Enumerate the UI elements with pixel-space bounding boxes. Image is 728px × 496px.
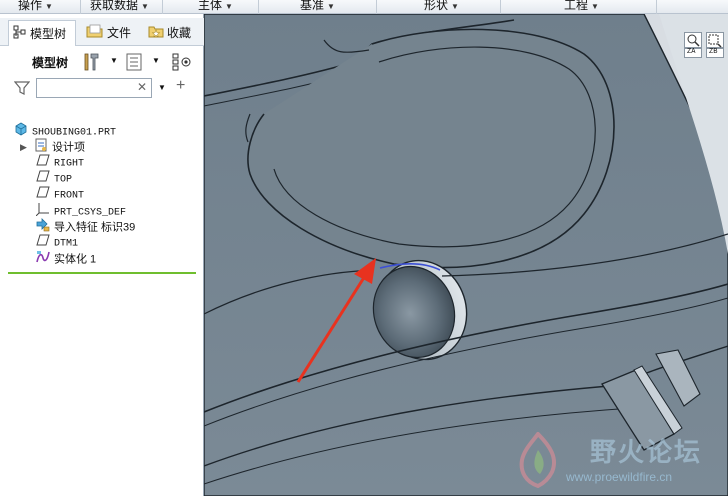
model-tree-toolbar: 模型树 ▼ ▼: [0, 50, 204, 74]
datum-plane-icon: [36, 234, 50, 251]
tree-root[interactable]: SHOUBING01.PRT: [14, 122, 116, 138]
show-tree-columns-icon[interactable]: [172, 52, 192, 75]
menu-separator: [656, 0, 657, 14]
chevron-down-icon: ▼: [141, 2, 149, 11]
chevron-down-icon: ▼: [327, 2, 335, 11]
folder-icon: [86, 21, 104, 46]
expand-icon[interactable]: ▶: [20, 142, 27, 152]
menu-item-get-data[interactable]: 获取数据 ▼: [90, 0, 149, 13]
tree-item-solidify[interactable]: 实体化 1: [36, 250, 96, 266]
search-input[interactable]: [36, 78, 152, 98]
menu-separator: [162, 0, 163, 14]
chevron-down-icon: ▼: [451, 2, 459, 11]
tab-favorites[interactable]: 收藏: [144, 20, 200, 46]
tree-item-dtm1[interactable]: DTM1: [36, 234, 78, 250]
zoom-box-icon[interactable]: ZB: [706, 32, 724, 58]
watermark-title: 野火论坛: [590, 438, 703, 468]
menu-item-datum[interactable]: 基准 ▼: [300, 0, 335, 13]
filter-icon[interactable]: [13, 80, 31, 99]
menu-separator: [258, 0, 259, 14]
filter-row: ✕ ▼ +: [0, 76, 204, 100]
tree-item-design-items[interactable]: ▶ 设计项: [20, 138, 85, 154]
datum-plane-icon: [36, 186, 50, 203]
watermark-url: www.proewildfire.cn: [566, 470, 673, 484]
menu-item-operations[interactable]: 操作 ▼: [18, 0, 53, 13]
chevron-down-icon[interactable]: ▼: [152, 56, 160, 65]
navigator-panel: 模型树 文件 收藏 模型树 ▼ ▼ ✕ ▼ + SHOUBING01.PRT ▶…: [0, 14, 204, 496]
favorites-icon: [148, 21, 164, 46]
menu-item-body[interactable]: 主体 ▼: [198, 0, 233, 13]
menu-separator: [500, 0, 501, 14]
chevron-down-icon: ▼: [45, 2, 53, 11]
datum-plane-icon: [36, 154, 50, 171]
tree-item-front[interactable]: FRONT: [36, 186, 84, 202]
menu-bar: 操作 ▼ 获取数据 ▼ 主体 ▼ 基准 ▼ 形状 ▼ 工程 ▼: [0, 0, 728, 14]
chevron-down-icon[interactable]: ▼: [110, 56, 118, 65]
tab-model-tree[interactable]: 模型树: [8, 20, 76, 46]
chevron-down-icon[interactable]: ▼: [158, 83, 166, 92]
clear-icon[interactable]: ✕: [137, 80, 147, 94]
model-render: [204, 14, 728, 496]
menu-item-engineering[interactable]: 工程 ▼: [564, 0, 599, 13]
tree-item-import-feature[interactable]: 导入特征 标识39: [36, 218, 135, 234]
flame-logo-icon: [519, 432, 557, 488]
menu-separator: [376, 0, 377, 14]
tree-divider: [8, 272, 196, 274]
menu-item-shapes[interactable]: 形状 ▼: [424, 0, 459, 13]
chevron-down-icon: ▼: [591, 2, 599, 11]
tab-files[interactable]: 文件: [82, 20, 138, 46]
tree-item-right[interactable]: RIGHT: [36, 154, 84, 170]
add-filter-icon[interactable]: +: [176, 77, 185, 95]
datum-plane-icon: [36, 170, 50, 187]
model-tree-icon: [13, 22, 27, 46]
chevron-down-icon: ▼: [225, 2, 233, 11]
model-tree-label: 模型树: [32, 56, 69, 70]
settings-tools-icon[interactable]: [82, 52, 100, 75]
zoom-area-icon[interactable]: ZA: [684, 32, 702, 58]
graphics-viewport[interactable]: ZA ZB: [204, 14, 728, 496]
navigator-tabs: 模型树 文件 收藏: [0, 18, 204, 46]
list-view-icon[interactable]: [126, 53, 142, 74]
tree-item-top[interactable]: TOP: [36, 170, 72, 186]
solidify-icon: [36, 250, 50, 269]
tree-item-csys[interactable]: PRT_CSYS_DEF: [35, 202, 126, 218]
menu-separator: [80, 0, 81, 14]
